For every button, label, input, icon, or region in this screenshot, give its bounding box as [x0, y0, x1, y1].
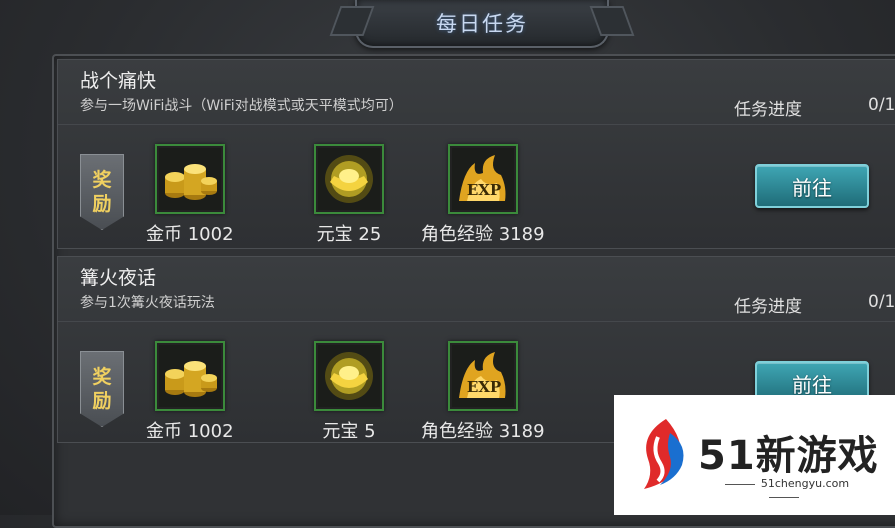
- reward-item-exp[interactable]: EXP 角色经验 3189: [421, 341, 545, 443]
- reward-label: 元宝 25: [316, 224, 382, 245]
- reward-badge-char: 奖: [92, 169, 112, 191]
- reward-badge-char: 励: [92, 193, 112, 215]
- exp-icon: EXP: [447, 144, 518, 214]
- go-button[interactable]: 前往: [755, 164, 869, 208]
- reward-badge-char: 励: [92, 390, 112, 412]
- gold-coins-icon: [154, 341, 225, 411]
- gold-coins-icon: [154, 144, 225, 214]
- task-name: 篝火夜话: [80, 267, 157, 289]
- reward-label: 角色经验 3189: [421, 224, 545, 245]
- reward-label: 角色经验 3189: [421, 421, 545, 442]
- reward-label: 元宝 5: [322, 421, 376, 442]
- svg-text:EXP: EXP: [467, 378, 501, 396]
- progress-value: 0/1: [868, 95, 895, 115]
- task-card: 战个痛快 参与一场WiFi战斗（WiFi对战模式或天平模式均可） 任务进度 0/…: [57, 59, 895, 249]
- task-header: 战个痛快 参与一场WiFi战斗（WiFi对战模式或天平模式均可） 任务进度 0/…: [58, 60, 895, 125]
- task-header: 篝火夜话 参与1次篝火夜话玩法 任务进度 0/1: [58, 257, 895, 322]
- watermark: 51新游戏 51chengyu.com: [614, 395, 895, 515]
- reward-label: 金币 1002: [146, 224, 234, 245]
- gold-ingot-icon: [314, 144, 384, 214]
- reward-item-gold[interactable]: 金币 1002: [146, 341, 234, 443]
- brand-url[interactable]: 51chengyu.com: [699, 477, 869, 503]
- task-description: 参与一场WiFi战斗（WiFi对战模式或天平模式均可）: [80, 98, 403, 114]
- progress-value: 0/1: [868, 292, 895, 312]
- reward-badge: 奖 励: [80, 154, 124, 230]
- title-banner: 每日任务: [355, 0, 609, 48]
- reward-item-ingot[interactable]: 元宝 25: [314, 144, 384, 246]
- task-description: 参与1次篝火夜话玩法: [80, 295, 215, 311]
- task-name: 战个痛快: [80, 70, 157, 92]
- gold-ingot-icon: [314, 341, 384, 411]
- reward-label: 金币 1002: [146, 421, 234, 442]
- exp-icon: EXP: [447, 341, 518, 411]
- svg-text:EXP: EXP: [467, 181, 501, 199]
- brand-name: 51新游戏: [698, 433, 879, 479]
- progress-label: 任务进度: [734, 100, 802, 120]
- reward-badge-char: 奖: [92, 366, 112, 388]
- reward-item-ingot[interactable]: 元宝 5: [314, 341, 384, 443]
- page-title: 每日任务: [436, 12, 528, 36]
- progress-label: 任务进度: [734, 297, 802, 317]
- reward-item-gold[interactable]: 金币 1002: [146, 144, 234, 246]
- reward-item-exp[interactable]: EXP 角色经验 3189: [421, 144, 545, 246]
- brand-logo-icon: [644, 419, 684, 489]
- reward-badge: 奖 励: [80, 351, 124, 427]
